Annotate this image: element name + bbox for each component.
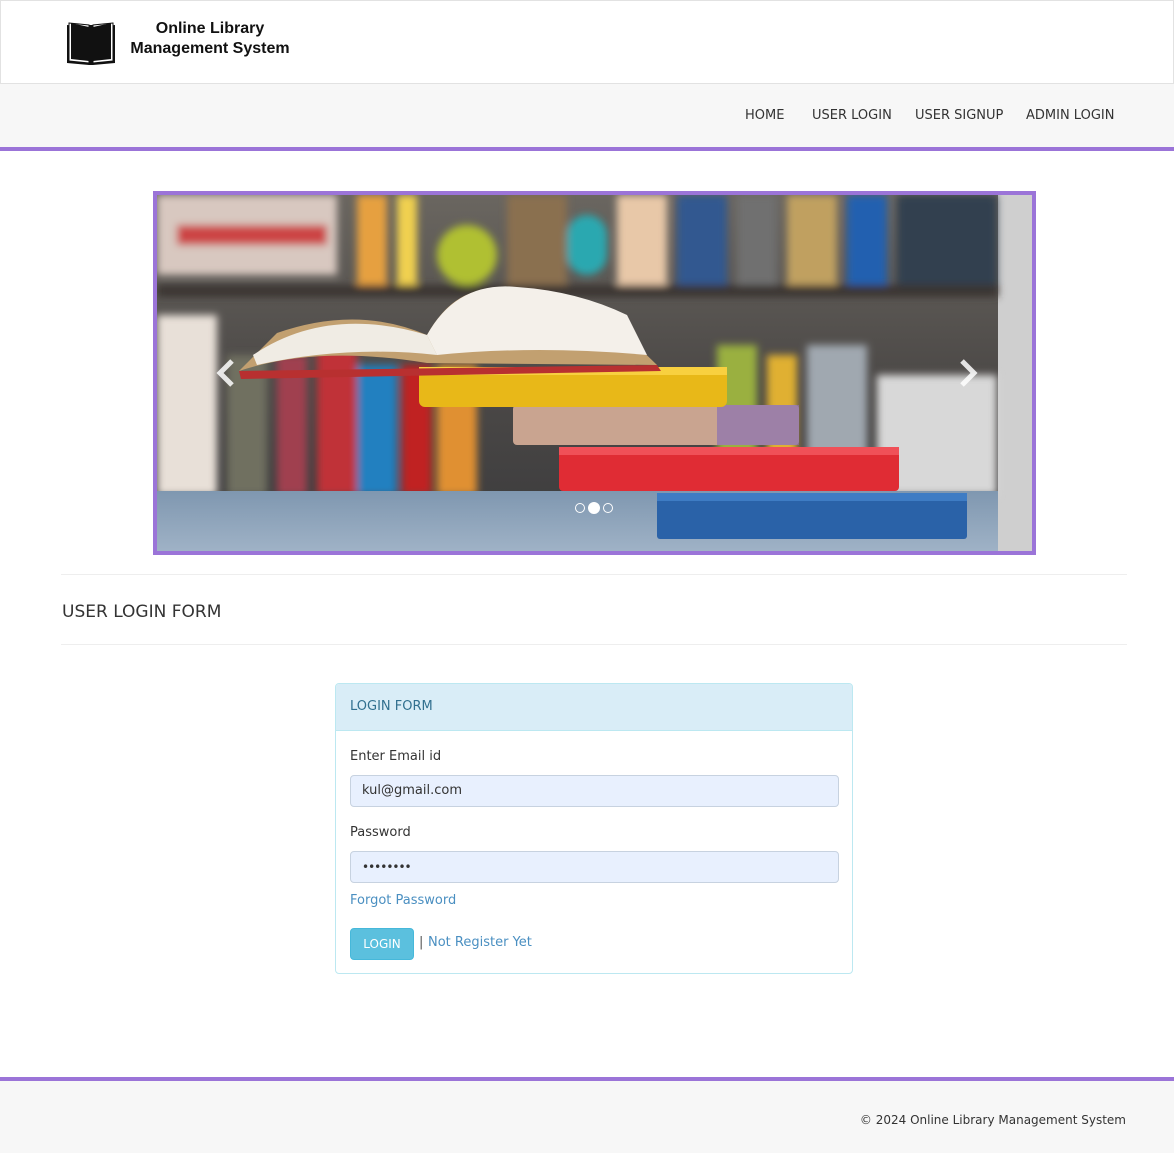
carousel-next-icon[interactable] [952,353,982,393]
divider-top [61,574,1127,575]
login-button[interactable]: LOGIN [350,928,414,960]
nav-admin-login[interactable]: ADMIN LOGIN [1026,108,1114,123]
site-title-line1: Online Library [155,20,265,37]
site-title: Online Library Management System [125,19,295,59]
link-separator: | [419,935,424,950]
carousel-indicator-1[interactable] [575,503,585,513]
nav-user-signup[interactable]: USER SIGNUP [915,108,1003,123]
carousel-indicator-2[interactable] [588,502,600,514]
email-label: Enter Email id [350,749,442,764]
divider-bottom [61,644,1127,645]
carousel-indicator-3[interactable] [603,503,613,513]
main-navbar: HOME USER LOGIN USER SIGNUP ADMIN LOGIN [0,84,1174,151]
carousel-indicators [575,502,613,514]
site-header: Online Library Management System [0,0,1174,84]
copyright-text: © 2024 Online Library Management System [859,1113,1126,1127]
nav-home[interactable]: HOME [745,108,784,123]
nav-user-login[interactable]: USER LOGIN [812,108,892,123]
site-footer: © 2024 Online Library Management System [0,1077,1174,1153]
password-field[interactable]: •••••••• [350,851,839,883]
email-field[interactable]: kul@gmail.com [350,775,839,807]
page-title: USER LOGIN FORM [62,602,222,622]
password-label: Password [350,825,411,840]
register-link[interactable]: Not Register Yet [428,935,532,950]
image-carousel [153,191,1036,555]
login-panel-heading: LOGIN FORM [336,684,852,731]
site-title-line2: Management System [130,40,290,57]
forgot-password-link[interactable]: Forgot Password [350,893,456,908]
carousel-slide-image [157,195,1032,551]
login-panel: LOGIN FORM Enter Email id kul@gmail.com … [335,683,853,974]
open-book-icon [67,22,115,65]
carousel-prev-icon[interactable] [212,353,242,393]
